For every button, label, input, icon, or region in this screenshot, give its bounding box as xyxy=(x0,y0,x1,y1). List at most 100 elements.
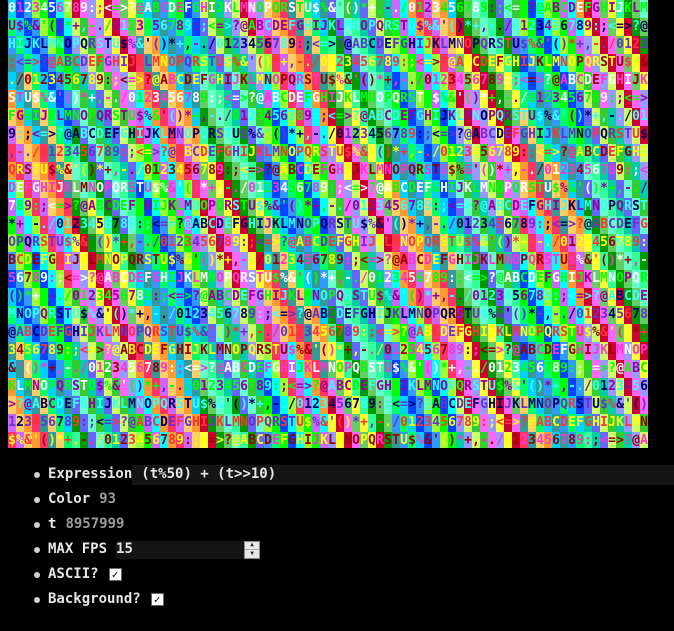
ascii-cell: T xyxy=(520,108,528,126)
ascii-cell: H xyxy=(440,180,448,198)
ascii-cell: ' xyxy=(32,432,40,448)
ascii-cell: F xyxy=(128,198,136,216)
ascii-cell: ; xyxy=(8,54,16,72)
ascii-cell: 1 xyxy=(32,72,40,90)
ascii-cell: 5 xyxy=(392,198,400,216)
ascii-cell: M xyxy=(216,342,224,360)
ascii-cell: J xyxy=(320,18,328,36)
ascii-cell: ; xyxy=(632,162,640,180)
ascii-cell: & xyxy=(360,144,368,162)
expression-input[interactable]: (t%50) + (t>>10) xyxy=(132,464,674,485)
ascii-cell: ( xyxy=(304,270,312,288)
ascii-cell: M xyxy=(64,108,72,126)
ascii-cell: ( xyxy=(8,288,16,306)
ascii-cell: C xyxy=(472,54,480,72)
ascii-cell: Q xyxy=(200,126,208,144)
ascii-cell: K xyxy=(288,288,296,306)
ascii-cell: L xyxy=(336,18,344,36)
ascii-cell: ? xyxy=(504,342,512,360)
ascii-cell: U xyxy=(216,54,224,72)
ascii-cell: U xyxy=(144,180,152,198)
ascii-cell: 1 xyxy=(272,252,280,270)
background-checkbox[interactable]: ✓ xyxy=(150,593,164,606)
ascii-cell: A xyxy=(120,342,128,360)
ascii-cell: G xyxy=(464,324,472,342)
ascii-cell: A xyxy=(608,288,616,306)
ascii-cell: @ xyxy=(80,198,88,216)
ascii-cell: 6 xyxy=(456,0,464,18)
ascii-cell: = xyxy=(232,90,240,108)
max-fps-stepper[interactable]: ▲ ▼ xyxy=(244,540,261,559)
ascii-cell: 6 xyxy=(432,342,440,360)
ascii-cell: S xyxy=(576,396,584,414)
ascii-cell: 8 xyxy=(176,18,184,36)
ascii-cell: 3 xyxy=(528,432,536,448)
ascii-cell: E xyxy=(136,270,144,288)
ascii-cell: / xyxy=(640,180,648,198)
ascii-cell: * xyxy=(440,360,448,378)
ascii-cell: B xyxy=(96,198,104,216)
ascii-cell: 0 xyxy=(264,252,272,270)
ascii-cell: U xyxy=(56,234,64,252)
ascii-cell: ' xyxy=(440,18,448,36)
ascii-cell: = xyxy=(336,108,344,126)
ascii-cell: ( xyxy=(376,144,384,162)
stepper-up-icon[interactable]: ▲ xyxy=(245,542,260,550)
ascii-cell: % xyxy=(280,270,288,288)
ascii-cell: 8 xyxy=(88,72,96,90)
ascii-cell: $ xyxy=(272,270,280,288)
max-fps-input[interactable]: 15 xyxy=(116,540,245,559)
ascii-cell: T xyxy=(168,324,176,342)
ascii-cell: ' xyxy=(192,252,200,270)
ascii-cell: + xyxy=(488,90,496,108)
ascii-cell: , xyxy=(80,18,88,36)
ascii-checkbox[interactable]: ✓ xyxy=(108,568,122,581)
ascii-cell: I xyxy=(624,72,632,90)
ascii-cell: S xyxy=(176,396,184,414)
ascii-cell: C xyxy=(88,126,96,144)
ascii-cell: * xyxy=(464,18,472,36)
ascii-cell: 2 xyxy=(440,72,448,90)
ascii-cell: @ xyxy=(528,414,536,432)
ascii-cell: ( xyxy=(360,72,368,90)
ascii-cell: < xyxy=(640,162,648,180)
ascii-cell: M xyxy=(512,324,520,342)
ascii-cell: S xyxy=(200,54,208,72)
ascii-cell: 1 xyxy=(520,18,528,36)
ascii-cell: I xyxy=(32,108,40,126)
ascii-cell: K xyxy=(408,378,416,396)
ascii-cell: S xyxy=(424,162,432,180)
ascii-cell: < xyxy=(312,36,320,54)
ascii-cell: 3 xyxy=(112,360,120,378)
ascii-cell: R xyxy=(520,180,528,198)
ascii-cell: , xyxy=(56,360,64,378)
ascii-cell: > xyxy=(344,108,352,126)
ascii-cell: @ xyxy=(552,72,560,90)
ascii-cell: G xyxy=(104,54,112,72)
ascii-cell: R xyxy=(32,234,40,252)
ascii-cell: * xyxy=(544,378,552,396)
ascii-cell: A xyxy=(248,18,256,36)
ascii-cell: 1 xyxy=(584,306,592,324)
control-color: Color 93 xyxy=(0,487,674,512)
ascii-cell: F xyxy=(304,90,312,108)
ascii-cell: > xyxy=(64,198,72,216)
ascii-cell: 5 xyxy=(48,0,56,18)
ascii-cell: 8 xyxy=(640,306,648,324)
ascii-cell: 1 xyxy=(536,90,544,108)
ascii-cell: = xyxy=(512,0,520,18)
ascii-cell: U xyxy=(456,234,464,252)
ascii-cell: S xyxy=(616,126,624,144)
ascii-cell: T xyxy=(64,306,72,324)
ascii-cell: , xyxy=(496,90,504,108)
ascii-cell: P xyxy=(176,54,184,72)
ascii-cell: 9 xyxy=(96,72,104,90)
ascii-cell: : xyxy=(488,0,496,18)
ascii-cell: . xyxy=(368,342,376,360)
ascii-cell: C xyxy=(368,36,376,54)
ascii-cell: ; xyxy=(488,414,496,432)
ascii-cell: G xyxy=(152,270,160,288)
ascii-cell: : xyxy=(152,288,160,306)
ascii-cell: > xyxy=(432,54,440,72)
stepper-down-icon[interactable]: ▼ xyxy=(245,550,259,558)
